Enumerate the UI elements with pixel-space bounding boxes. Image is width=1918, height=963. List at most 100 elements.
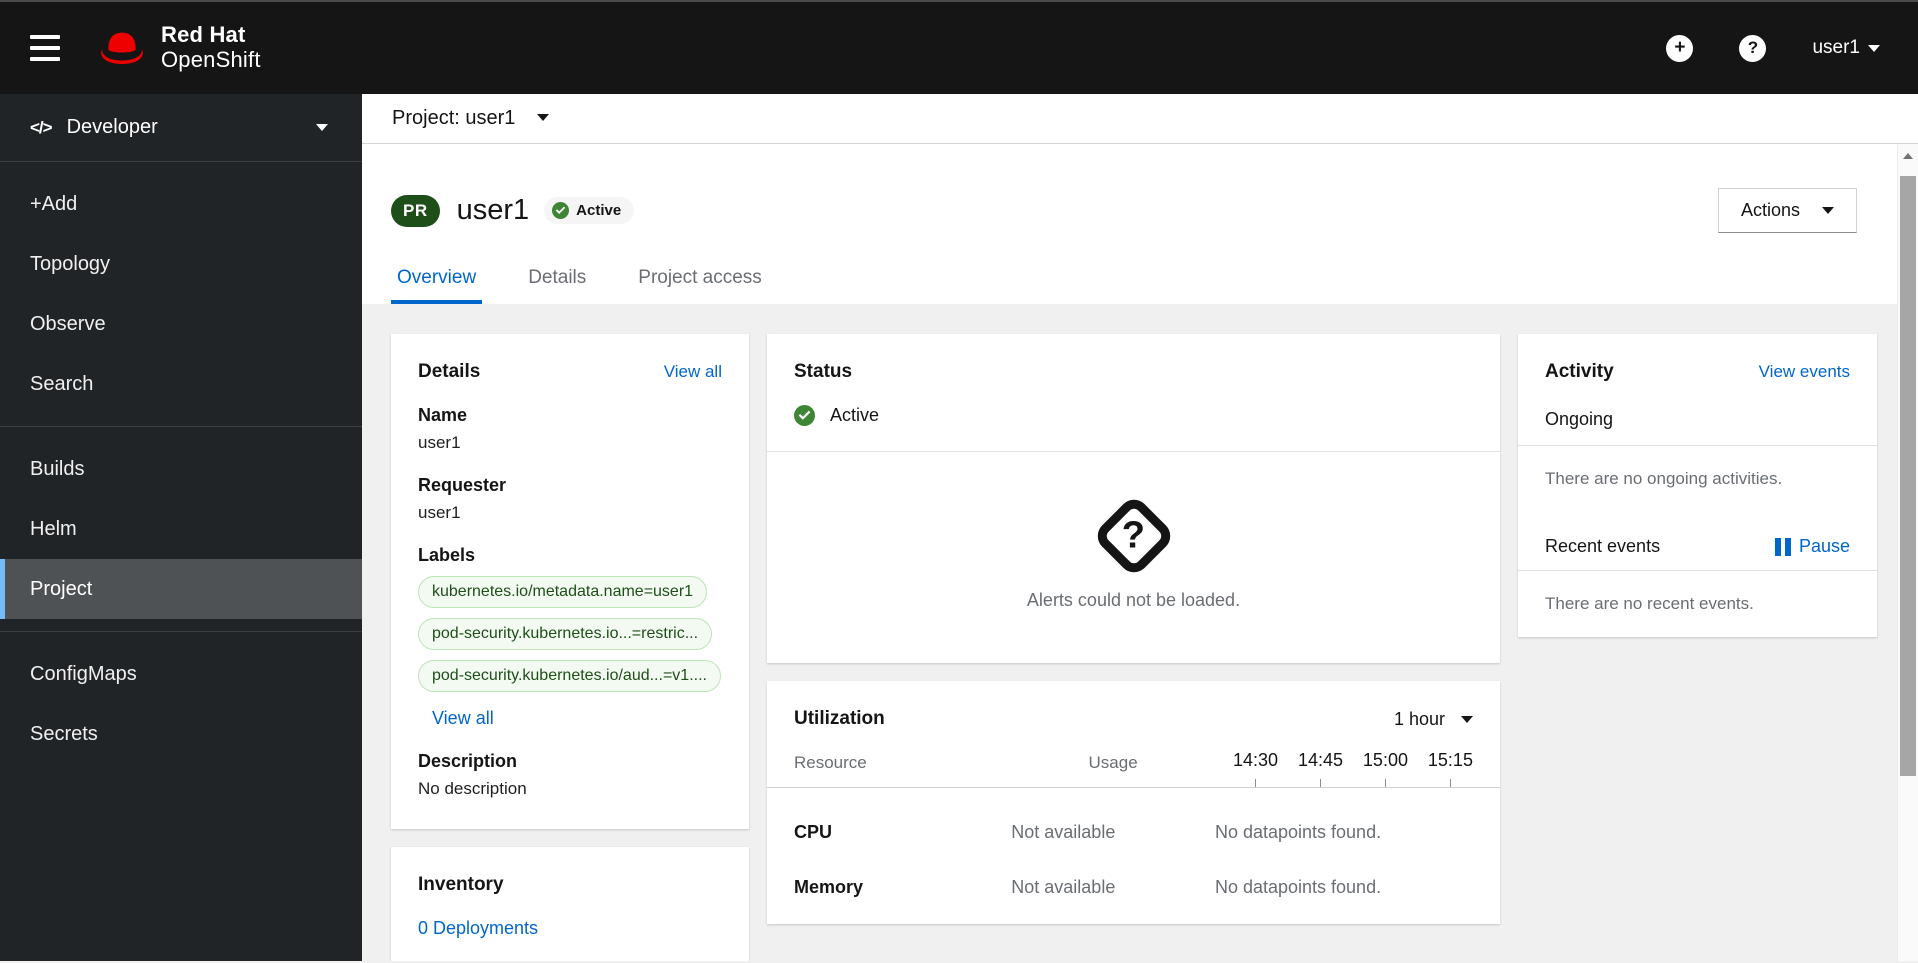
main-content: Project: user1 PR user1 Active Actions O… [362, 94, 1918, 961]
chevron-down-icon [1868, 44, 1880, 58]
ongoing-empty-message: There are no ongoing activities. [1545, 469, 1783, 488]
sidebar-item-builds[interactable]: Builds [0, 439, 362, 499]
details-card: Details View all Name user1 Requester us… [391, 334, 749, 829]
tab-overview[interactable]: Overview [391, 267, 483, 304]
project-selector[interactable]: Project: user1 [392, 107, 515, 130]
chevron-down-icon [316, 124, 328, 137]
tab-bar: Overview Details Project access [391, 267, 1857, 304]
sidebar-item-helm[interactable]: Helm [0, 499, 362, 559]
duration-select[interactable]: 1 hour [1394, 709, 1473, 730]
scrollable-content: PR user1 Active Actions Overview Details… [362, 144, 1918, 961]
logo-line1: Red Hat [161, 22, 246, 48]
vertical-scrollbar[interactable] [1897, 144, 1918, 961]
code-icon: </> [30, 117, 53, 137]
status-card: Status Active ? Alerts could not be load… [767, 334, 1500, 663]
resource-graph-message: No datapoints found. [1214, 822, 1382, 842]
resource-name: Memory [794, 877, 864, 897]
time-tick: 14:45 [1298, 750, 1343, 787]
page-title: user1 [456, 194, 530, 226]
resource-name: CPU [794, 822, 833, 842]
time-axis: 14:30 14:45 15:00 15:15 [1215, 750, 1473, 787]
pause-icon [1774, 537, 1791, 556]
redhat-hat-icon [101, 32, 143, 64]
resource-graph-message: No datapoints found. [1214, 877, 1382, 897]
resource-column-header: Resource [794, 753, 867, 772]
utilization-row-cpu: CPU Not available No datapoints found. [767, 788, 1500, 843]
field-value-name: user1 [418, 433, 461, 452]
sidebar-item-add[interactable]: +Add [0, 174, 362, 234]
resource-usage: Not available [1011, 822, 1116, 842]
status-badge: Active [544, 197, 635, 224]
label-pill[interactable]: pod-security.kubernetes.io...=restric... [418, 618, 713, 650]
view-events-link[interactable]: View events [1759, 362, 1850, 382]
details-card-title: Details [418, 361, 481, 382]
recent-empty-message: There are no recent events. [1545, 594, 1754, 613]
utilization-row-memory: Memory Not available No datapoints found… [767, 843, 1500, 924]
field-label-labels: Labels [418, 545, 476, 565]
menu-toggle-icon[interactable] [30, 35, 60, 61]
recent-events-title: Recent events [1545, 536, 1661, 556]
inventory-card: Inventory 0 Deployments [391, 847, 749, 961]
time-tick: 14:30 [1233, 750, 1278, 787]
page-header: PR user1 Active Actions Overview Details… [362, 144, 1897, 304]
activity-card: Activity View events Ongoing There are n… [1518, 334, 1877, 637]
perspective-label: Developer [66, 116, 158, 138]
actions-button[interactable]: Actions [1717, 188, 1857, 233]
plus-circle-icon[interactable]: + [1666, 34, 1694, 62]
status-active-label: Active [830, 405, 880, 425]
help-question-circle-icon[interactable]: ? [1739, 34, 1767, 62]
sidebar-item-topology[interactable]: Topology [0, 234, 362, 294]
pause-events-button[interactable]: Pause [1774, 536, 1850, 557]
ongoing-section-title: Ongoing [1545, 409, 1614, 429]
alerts-empty-state: ? Alerts could not be loaded. [767, 452, 1500, 663]
chevron-down-icon[interactable] [537, 114, 550, 127]
chevron-down-icon [1461, 715, 1473, 729]
sidebar-item-search[interactable]: Search [0, 354, 362, 414]
project-resource-badge: PR [391, 194, 440, 227]
duration-value: 1 hour [1393, 708, 1445, 729]
sidebar-item-observe[interactable]: Observe [0, 294, 362, 354]
labels-view-all-link[interactable]: View all [432, 708, 494, 729]
check-circle-icon [794, 405, 815, 426]
scrollbar-up-arrow-icon[interactable] [1898, 144, 1918, 166]
sidebar-nav: </> Developer +Add Topology Observe Sear… [0, 94, 362, 961]
deployments-link[interactable]: 0 Deployments [418, 918, 538, 939]
usage-column-header: Usage [1088, 753, 1138, 772]
tab-details[interactable]: Details [522, 267, 592, 304]
logo-line2: OpenShift [161, 47, 261, 72]
pause-button-label: Pause [1798, 536, 1850, 556]
details-view-all-link[interactable]: View all [664, 362, 722, 382]
chevron-down-icon [1822, 207, 1834, 220]
field-label-description: Description [418, 751, 518, 771]
masthead: Red Hat OpenShift + ? user1 [0, 0, 1918, 94]
field-value-requester: user1 [418, 503, 461, 522]
user-menu-label: user1 [1812, 37, 1860, 58]
scrollbar-thumb[interactable] [1900, 176, 1916, 776]
actions-button-label: Actions [1740, 200, 1800, 220]
project-selector-bar: Project: user1 [362, 94, 1918, 144]
time-tick: 15:15 [1428, 750, 1473, 787]
inventory-card-title: Inventory [418, 874, 504, 895]
resource-usage: Not available [1011, 877, 1116, 897]
sidebar-item-project[interactable]: Project [0, 559, 362, 619]
field-value-description: No description [418, 779, 527, 798]
field-label-requester: Requester [418, 475, 507, 495]
sidebar-item-secrets[interactable]: Secrets [0, 704, 362, 764]
unknown-alerts-icon: ? [1091, 493, 1176, 579]
utilization-card-title: Utilization [794, 708, 885, 729]
perspective-switcher[interactable]: </> Developer [0, 94, 362, 162]
label-pill[interactable]: kubernetes.io/metadata.name=user1 [418, 576, 708, 608]
check-circle-icon [552, 202, 570, 219]
activity-card-title: Activity [1545, 361, 1614, 382]
redhat-openshift-logo: Red Hat OpenShift [96, 23, 261, 72]
label-pill[interactable]: pod-security.kubernetes.io/aud...=v1.... [418, 660, 721, 692]
alerts-message: Alerts could not be loaded. [1026, 590, 1241, 610]
time-tick: 15:00 [1363, 750, 1408, 787]
sidebar-item-configmaps[interactable]: ConfigMaps [0, 644, 362, 704]
tab-project-access[interactable]: Project access [632, 267, 768, 304]
status-card-title: Status [794, 361, 853, 382]
status-badge-label: Active [576, 202, 622, 219]
user-menu[interactable]: user1 [1812, 37, 1880, 59]
field-label-name: Name [418, 405, 468, 425]
utilization-card: Utilization 1 hour Resource Usage 14:30 [767, 681, 1500, 924]
